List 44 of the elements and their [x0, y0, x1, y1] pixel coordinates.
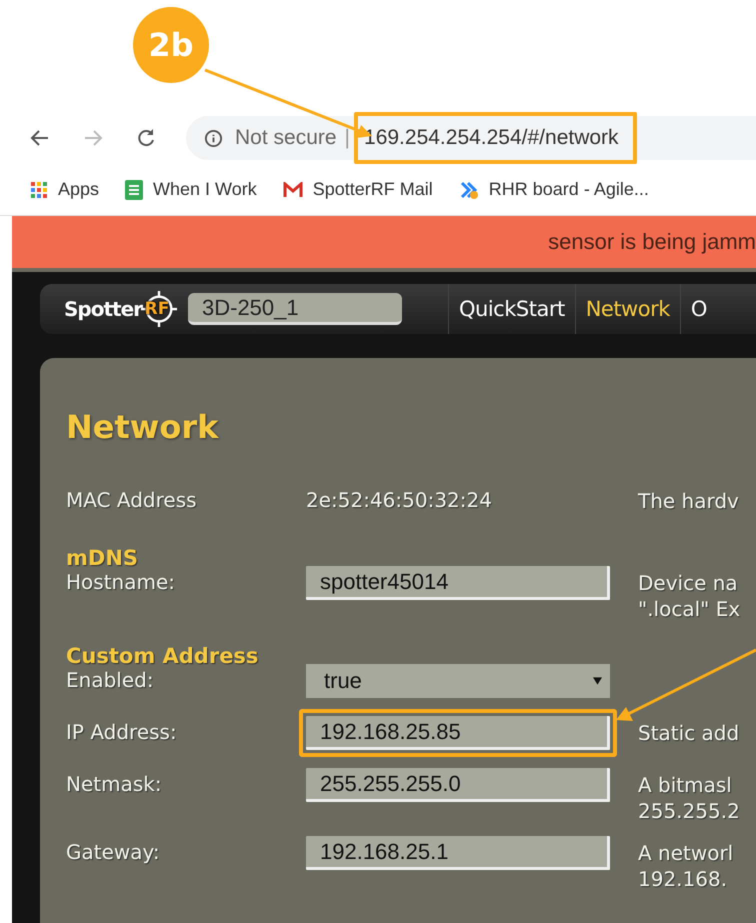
input-field[interactable]: 192.168.25.1	[306, 836, 610, 870]
board-icon	[458, 180, 479, 200]
field-description: Static add	[638, 720, 740, 746]
field-description: A bitmasl	[638, 772, 733, 798]
field-description: A networl	[638, 840, 734, 866]
field-description: 255.255.2	[638, 798, 740, 824]
document-icon	[125, 180, 144, 200]
alert-text: sensor is being jamm	[548, 229, 756, 255]
field-description: The hardv	[638, 488, 739, 514]
field-description: 192.168.	[638, 866, 728, 892]
section-heading: mDNS	[66, 546, 140, 570]
field-label: MAC Address	[66, 487, 198, 512]
field-label: Gateway:	[66, 839, 161, 864]
field-label: IP Address:	[66, 719, 178, 744]
back-icon[interactable]	[30, 128, 50, 148]
bookmark[interactable]: Apps	[30, 179, 100, 200]
nav-tab[interactable]: QuickStart	[448, 284, 575, 334]
field-label: Enabled:	[66, 667, 155, 692]
step-badge: 2b	[133, 7, 209, 83]
mail-icon	[282, 182, 303, 198]
separator: |	[344, 126, 350, 150]
nav-tab[interactable]: Network	[574, 284, 680, 334]
input-field[interactable]: spotter45014	[306, 566, 610, 600]
reload-icon[interactable]	[136, 128, 156, 148]
device-name-field[interactable]: 3D-250_1	[188, 293, 402, 325]
security-label: Not secure	[235, 126, 337, 150]
panel-title: Network	[66, 408, 220, 446]
caret-icon	[593, 677, 602, 685]
bookmark[interactable]: SpotterRF Mail	[282, 179, 433, 200]
field-description: ".local" Ex	[638, 596, 740, 622]
nav-tab[interactable]: O	[680, 284, 717, 334]
input-field[interactable]: 192.168.25.85	[306, 716, 610, 750]
section-heading: Custom Address	[66, 644, 260, 668]
field-description: Device na	[638, 570, 739, 596]
grid-icon	[30, 180, 48, 198]
url-text: 169.254.254.254/#/network	[354, 112, 637, 164]
bookmark[interactable]: RHR board - Agile...	[458, 179, 649, 200]
info-icon	[204, 128, 223, 148]
field-label: Netmask:	[66, 771, 163, 796]
input-field[interactable]: 255.255.255.0	[306, 768, 610, 802]
bookmark[interactable]: When I Work	[125, 179, 257, 200]
dropdown[interactable]: true	[306, 664, 610, 698]
field-value: 2e:52:46:50:32:24	[306, 487, 493, 512]
field-label: Hostname:	[66, 569, 176, 594]
